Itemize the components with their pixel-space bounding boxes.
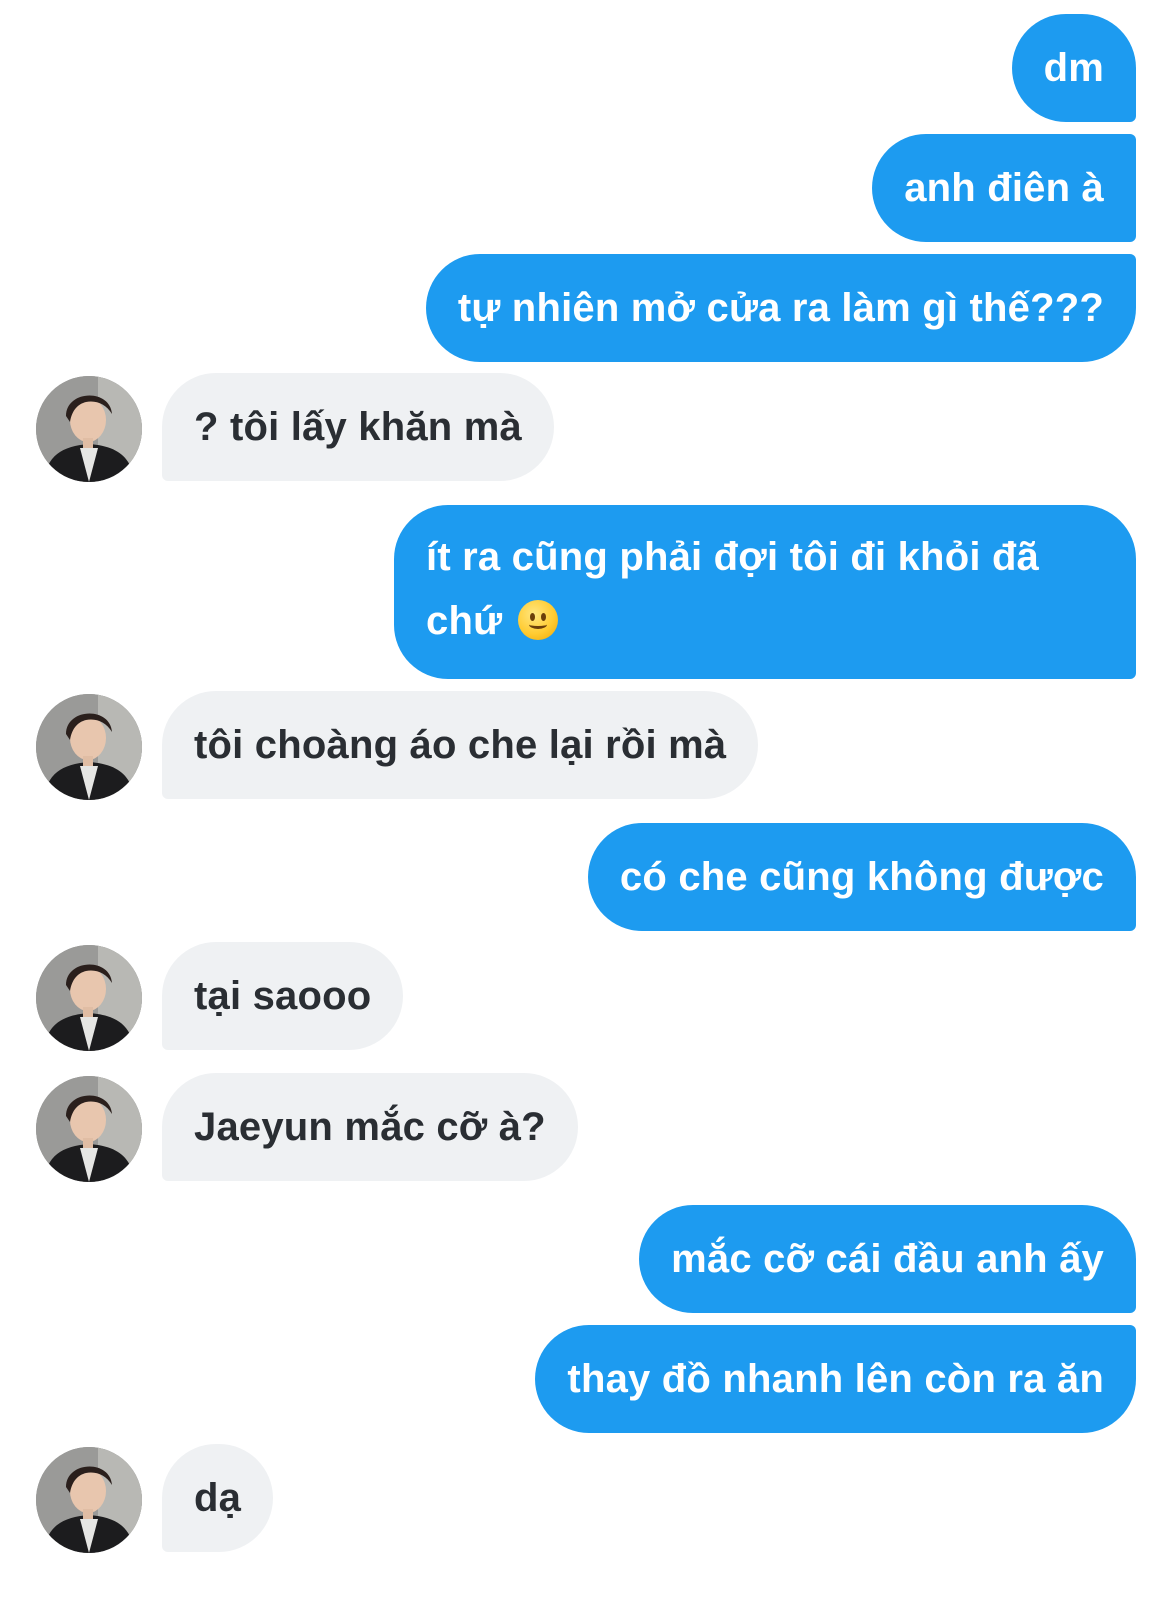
message-text: tự nhiên mở cửa ra làm gì thế??? — [457, 286, 1104, 330]
message-text: tôi choàng áo che lại rồi mà — [194, 723, 727, 767]
message-text: dạ — [194, 1476, 242, 1520]
slightly-smiling-face-icon — [517, 600, 558, 640]
message-bubble-sent[interactable]: thay đồ nhanh lên còn ra ăn — [535, 1325, 1136, 1433]
message-bubble-received[interactable]: dạ — [162, 1444, 274, 1552]
message-bubble-received[interactable]: tại saooo — [162, 942, 404, 1050]
message-bubble-received[interactable]: ? tôi lấy khăn mà — [162, 373, 554, 481]
message-bubble-sent[interactable]: mắc cỡ cái đầu anh ấy — [639, 1205, 1136, 1313]
message-bubble-sent[interactable]: tự nhiên mở cửa ra làm gì thế??? — [425, 254, 1136, 362]
message-text: anh điên à — [904, 166, 1104, 210]
user-avatar-icon — [36, 376, 142, 482]
message-text: dm — [1043, 46, 1104, 90]
message-text: Jaeyun mắc cỡ à? — [194, 1105, 546, 1149]
contact-avatar[interactable] — [36, 694, 142, 800]
message-bubble-sent[interactable]: ít ra cũng phải đợi tôi đi khỏi đã chứ — [394, 505, 1136, 679]
message-text: tại saooo — [194, 974, 372, 1018]
message-text: có che cũng không được — [619, 855, 1104, 899]
message-bubble-received[interactable]: Jaeyun mắc cỡ à? — [162, 1073, 578, 1181]
message-text: ít ra cũng phải đợi tôi đi khỏi đã chứ — [426, 535, 1040, 643]
contact-avatar[interactable] — [36, 945, 142, 1051]
conversation-thread[interactable]: dm anh điên à tự nhiên mở cửa ra làm gì … — [0, 0, 1170, 1611]
user-avatar-icon — [36, 1076, 142, 1182]
message-bubble-sent[interactable]: dm — [1011, 14, 1136, 122]
message-text: thay đồ nhanh lên còn ra ăn — [567, 1357, 1104, 1401]
contact-avatar[interactable] — [36, 1076, 142, 1182]
contact-avatar[interactable] — [36, 376, 142, 482]
contact-avatar[interactable] — [36, 1447, 142, 1553]
user-avatar-icon — [36, 694, 142, 800]
message-text: mắc cỡ cái đầu anh ấy — [671, 1237, 1104, 1281]
message-bubble-sent[interactable]: có che cũng không được — [587, 823, 1136, 931]
user-avatar-icon — [36, 1447, 142, 1553]
message-bubble-received[interactable]: tôi choàng áo che lại rồi mà — [162, 691, 759, 799]
user-avatar-icon — [36, 945, 142, 1051]
message-text: ? tôi lấy khăn mà — [194, 405, 522, 449]
message-bubble-sent[interactable]: anh điên à — [872, 134, 1136, 242]
